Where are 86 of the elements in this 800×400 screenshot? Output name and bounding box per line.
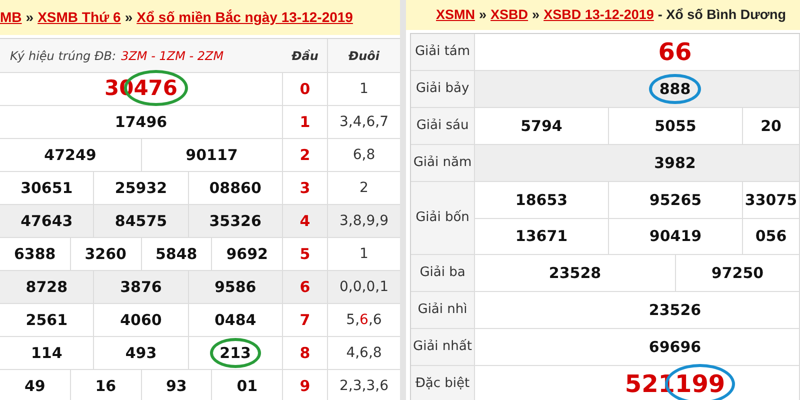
head-digit: 3 [283, 172, 328, 204]
head-digit: 4 [283, 205, 328, 237]
lottery-number: 30651 [20, 178, 73, 199]
lottery-number: 3260 [84, 244, 126, 265]
lottery-number: 84575 [114, 210, 168, 232]
lottery-number: 5794 [520, 116, 562, 137]
lottery-number: 5055 [654, 116, 696, 137]
lottery-number: 95265 [649, 190, 702, 211]
lottery-number: 01 [236, 376, 258, 397]
head-digit: 9 [283, 370, 328, 400]
breadcrumb-separator: » [124, 8, 133, 27]
lottery-number: 93 [166, 376, 187, 397]
breadcrumb-link[interactable]: XSBD [490, 4, 528, 26]
tail-digits: 5,6,6 [345, 310, 383, 330]
lottery-number: 493 [125, 342, 157, 364]
breadcrumb-link[interactable]: XSMN [436, 4, 476, 26]
lottery-number: 5848 [156, 244, 198, 265]
lottery-number: 9692 [226, 244, 268, 265]
breadcrumb-separator: » [479, 6, 487, 24]
lottery-number: 49 [24, 376, 46, 397]
head-digit: 1 [283, 106, 328, 138]
lottery-number: 9586 [214, 276, 256, 298]
lottery-number: 66 [658, 37, 692, 68]
lottery-number: 16 [95, 376, 116, 397]
lottery-number: 6388 [14, 244, 56, 265]
breadcrumb-link[interactable]: Xổ số miền Bắc ngày 13-12-2019 [136, 7, 353, 28]
lottery-number: 213 [220, 342, 251, 364]
breadcrumb-link[interactable]: XSBD 13-12-2019 [544, 4, 654, 26]
column-header: Đuôi [347, 48, 381, 64]
lottery-number: 08860 [209, 178, 262, 199]
symbol-codes: 3ZM - 1ZM - 2ZM [121, 48, 224, 64]
lottery-number: 20 [760, 116, 782, 137]
head-digit: 2 [283, 139, 328, 171]
prize-label: Giải sáu [411, 108, 475, 144]
lottery-number: 8728 [26, 276, 68, 298]
prize-label: Giải nhì [411, 292, 475, 328]
tail-digits: 3,8,9,9 [338, 212, 390, 230]
lottery-number: 35326 [209, 210, 262, 232]
breadcrumb-link[interactable]: XSMB Thứ 6 [38, 7, 121, 28]
lottery-number: 13671 [515, 226, 568, 248]
head-digit: 0 [283, 73, 328, 105]
lottery-number: 888 [659, 78, 691, 100]
lottery-number: 4060 [120, 310, 162, 331]
lottery-number: 114 [31, 342, 62, 364]
lottery-number: 97250 [711, 262, 764, 284]
lottery-number: 3876 [120, 276, 162, 298]
lottery-number: 056 [755, 226, 787, 248]
lottery-number: 69696 [648, 336, 702, 358]
lottery-number: 18653 [515, 190, 568, 211]
tail-digits: 6,8 [352, 146, 376, 164]
tail-digits: 3,4,6,7 [338, 112, 390, 132]
breadcrumb-separator: » [532, 6, 540, 24]
breadcrumb-separator: » [26, 8, 34, 27]
head-digit: 5 [283, 238, 328, 270]
tail-digits: 1 [358, 80, 370, 98]
head-digit: 7 [283, 304, 328, 336]
lottery-number: 23526 [648, 300, 702, 321]
lottery-number: 17496 [114, 112, 168, 133]
prize-label: Giải tám [411, 34, 475, 70]
prize-label: Giải năm [411, 145, 475, 181]
symbol-label: Ký hiệu trúng ĐB: [10, 48, 116, 64]
lottery-number: 3982 [654, 152, 696, 174]
tail-digits: 0,0,0,1 [338, 278, 390, 296]
lottery-number: 33075 [744, 190, 798, 211]
breadcrumb-link[interactable]: MB [0, 7, 22, 28]
tail-digits: 4,6,8 [345, 344, 383, 362]
lottery-number: 23528 [548, 262, 602, 284]
lottery-number: 0484 [214, 310, 256, 331]
prize-label: Giải nhất [411, 329, 475, 365]
tail-digits: 1 [358, 244, 370, 264]
lottery-number: 90117 [186, 144, 238, 166]
prize-label: Giải ba [411, 255, 475, 291]
prize-label: Giải bốn [411, 182, 475, 254]
tail-digits: 2,3,3,6 [338, 376, 390, 396]
head-digit: 6 [283, 271, 328, 303]
lottery-number: 90419 [649, 226, 702, 248]
prize-label: Giải bảy [411, 71, 475, 107]
tail-digits: 2 [358, 178, 370, 198]
prize-label: Đặc biệt [411, 366, 475, 400]
head-digit: 8 [283, 337, 328, 369]
lottery-number: 47249 [44, 144, 96, 166]
column-header: Đầu [283, 39, 328, 72]
lottery-number: 2561 [26, 310, 68, 331]
page-title: - Xổ số Bình Dương [658, 6, 786, 24]
lottery-number: 47643 [20, 210, 73, 232]
lottery-number: 25932 [114, 178, 168, 199]
